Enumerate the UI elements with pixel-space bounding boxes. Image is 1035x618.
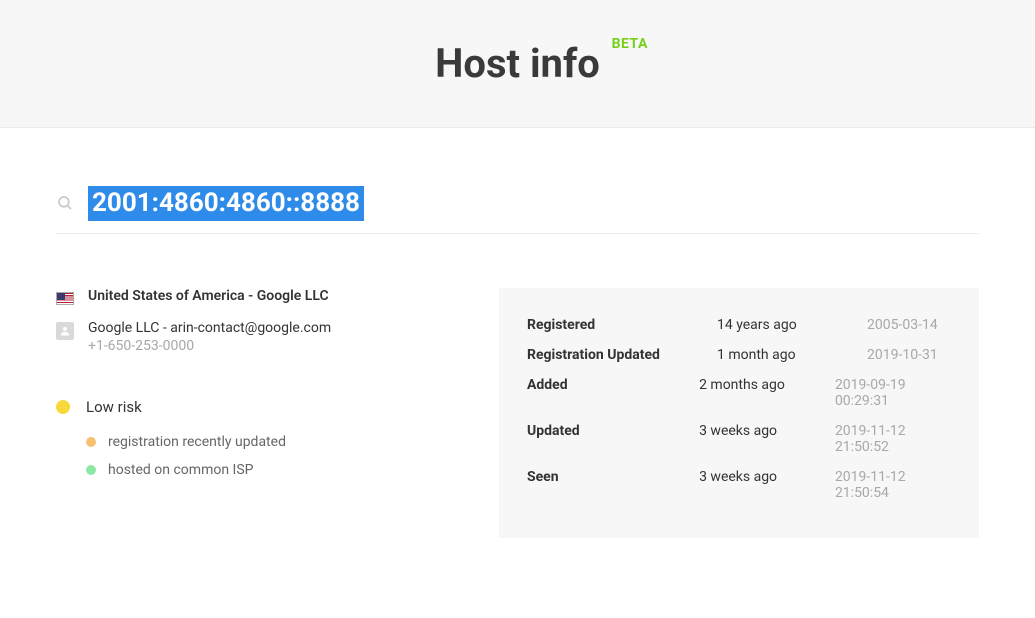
meta-relative: 1 month ago bbox=[717, 347, 867, 363]
meta-relative: 3 weeks ago bbox=[699, 423, 835, 455]
page-title: Host info bbox=[435, 40, 600, 87]
meta-label: Added bbox=[527, 377, 699, 409]
meta-row-registration-updated: Registration Updated 1 month ago 2019-10… bbox=[527, 340, 951, 370]
meta-date: 2005-03-14 bbox=[867, 317, 938, 333]
risk-item-dot-icon bbox=[86, 465, 96, 475]
page-header: Host info BETA bbox=[0, 0, 1035, 128]
flag-us-icon bbox=[56, 290, 74, 304]
contact-icon bbox=[56, 322, 74, 336]
meta-relative: 3 weeks ago bbox=[699, 469, 835, 501]
meta-date: 2019-09-19 00:29:31 bbox=[835, 377, 951, 409]
meta-date: 2019-10-31 bbox=[867, 347, 938, 363]
meta-relative: 14 years ago bbox=[717, 317, 867, 333]
location-org: United States of America - Google LLC bbox=[88, 288, 329, 304]
search-input[interactable]: 2001:4860:4860::8888 bbox=[88, 186, 364, 221]
meta-date: 2019-11-12 21:50:52 bbox=[835, 423, 951, 455]
metadata-panel: Registered 14 years ago 2005-03-14 Regis… bbox=[499, 288, 979, 538]
risk-item-text: registration recently updated bbox=[108, 434, 286, 450]
risk-item: registration recently updated bbox=[86, 434, 469, 450]
meta-row-updated: Updated 3 weeks ago 2019-11-12 21:50:52 bbox=[527, 416, 951, 462]
risk-item-text: hosted on common ISP bbox=[108, 462, 254, 478]
meta-label: Registration Updated bbox=[527, 347, 717, 363]
contact-line2: +1-650-253-0000 bbox=[88, 338, 331, 354]
meta-label: Seen bbox=[527, 469, 699, 501]
meta-label: Updated bbox=[527, 423, 699, 455]
meta-row-seen: Seen 3 weeks ago 2019-11-12 21:50:54 bbox=[527, 462, 951, 508]
meta-row-added: Added 2 months ago 2019-09-19 00:29:31 bbox=[527, 370, 951, 416]
beta-badge: BETA bbox=[612, 36, 648, 52]
meta-row-registered: Registered 14 years ago 2005-03-14 bbox=[527, 310, 951, 340]
risk-level: Low risk bbox=[86, 398, 142, 416]
risk-item: hosted on common ISP bbox=[86, 462, 469, 478]
host-summary: United States of America - Google LLC Go… bbox=[56, 288, 469, 538]
risk-section: Low risk registration recently updated h… bbox=[56, 398, 469, 478]
search-row: 2001:4860:4860::8888 bbox=[56, 186, 979, 234]
meta-relative: 2 months ago bbox=[699, 377, 835, 409]
meta-date: 2019-11-12 21:50:54 bbox=[835, 469, 951, 501]
risk-item-dot-icon bbox=[86, 437, 96, 447]
contact-line1: Google LLC - arin-contact@google.com bbox=[88, 320, 331, 336]
meta-label: Registered bbox=[527, 317, 717, 333]
search-icon[interactable] bbox=[56, 194, 74, 212]
risk-dot-icon bbox=[56, 400, 70, 414]
